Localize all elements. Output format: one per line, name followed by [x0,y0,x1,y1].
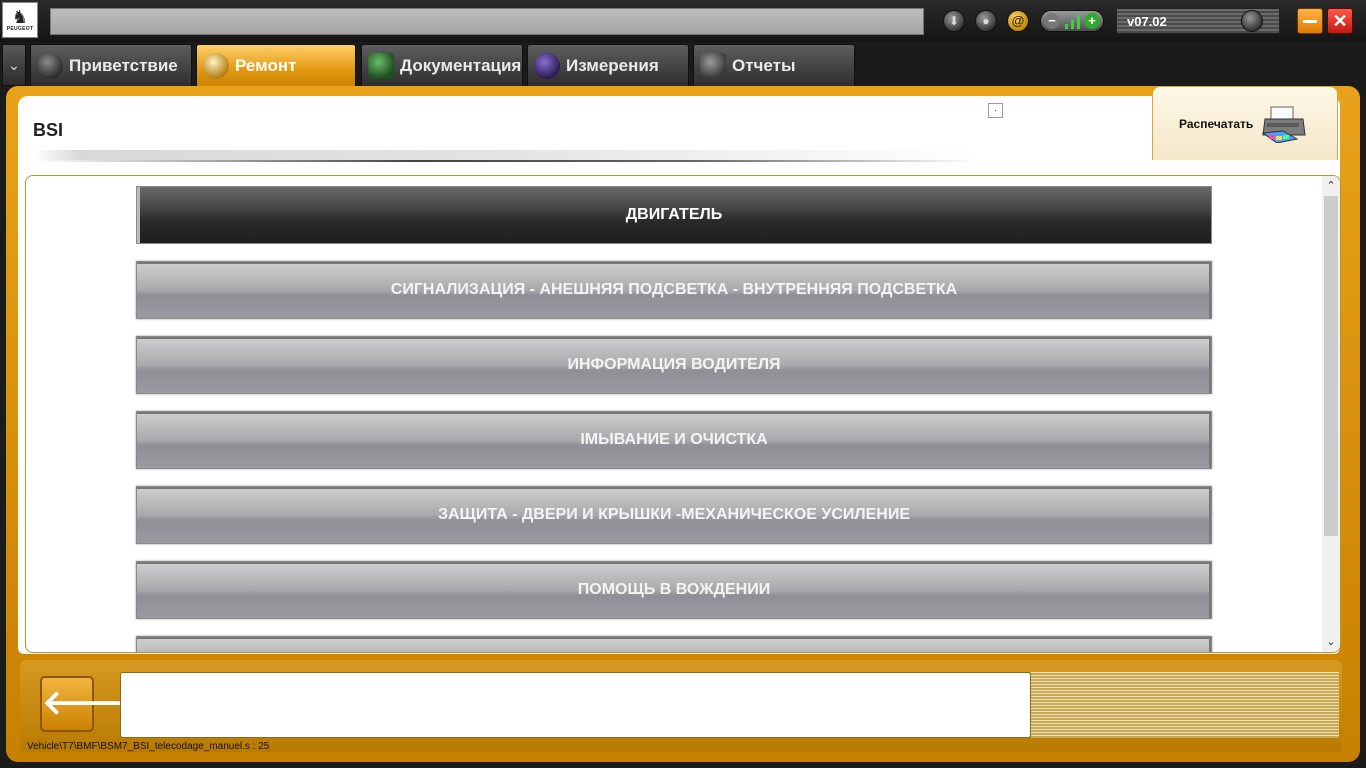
tab-repair[interactable]: Ремонт [196,44,356,86]
address-bar[interactable] [50,8,924,35]
tab-bar: ⌄ Приветствие Ремонт Документация Измере… [0,42,1366,86]
tab-label: Документация [400,56,522,75]
tab-label: Отчеты [732,56,796,75]
download-icon[interactable]: ⬇ [943,10,965,32]
category-item-driver-info[interactable]: ИНФОРМАЦИЯ ВОДИТЕЛЯ [136,336,1212,394]
breadcrumb-divider [33,150,978,160]
tab-label: Приветствие [69,56,178,75]
tab-welcome[interactable]: Приветствие [30,44,192,86]
zoom-out-icon[interactable]: − [1044,13,1060,29]
user-icon[interactable]: ● [975,10,997,32]
magnifier-icon [203,53,229,79]
category-item-partial[interactable] [136,636,1212,652]
minimize-button[interactable] [1297,8,1323,34]
chevron-down-icon[interactable]: ⌄ [2,44,26,86]
category-item-protection[interactable]: ЗАЩИТА - ДВЕРИ И КРЫШКИ -МЕХАНИЧЕСКОЕ УС… [136,486,1212,544]
category-list: ДВИГАТЕЛЬ СИГНАЛИЗАЦИЯ - АНЕШНЯЯ ПОДСВЕТ… [25,175,1341,653]
globe-icon [37,53,63,79]
tab-label: Ремонт [235,56,297,75]
tab-documentation[interactable]: Документация [361,44,523,86]
version-knob-icon[interactable] [1241,10,1263,32]
print-button-label: Распечатать [1179,117,1254,131]
status-path: Vehicle\T7\BMF\BSM7_BSI_telecodage_manue… [27,741,270,752]
email-icon[interactable]: @ [1007,10,1029,32]
close-button[interactable]: ✕ [1327,8,1353,34]
title-bar: ♞ PEUGEOT ⬇ ● @ − + v07.02 ✕ [0,0,1366,42]
scroll-up-icon[interactable]: ⌃ [1322,176,1340,196]
scrollbar[interactable]: ⌃ ⌄ [1322,176,1340,652]
document-icon [700,53,726,79]
breadcrumb-underline [33,160,978,162]
version-display: v07.02 [1116,8,1280,34]
logo-brand-text: PEUGEOT [6,26,34,32]
tab-reports[interactable]: Отчеты [693,44,855,86]
diagnostic-app-window: ♞ PEUGEOT ⬇ ● @ − + v07.02 ✕ ⌄ Приветств… [0,0,1366,768]
zoom-in-icon[interactable]: + [1084,13,1100,29]
tab-label: Измерения [566,56,659,75]
scroll-down-icon[interactable]: ⌄ [1322,632,1340,652]
breadcrumb: BSI [33,120,64,140]
book-icon [368,53,394,79]
back-button[interactable]: 🡐 [40,676,133,732]
small-checkbox[interactable]: · [988,103,1003,118]
waveform-icon [534,53,560,79]
print-button[interactable]: Распечатать [1152,86,1338,160]
tab-measurements[interactable]: Измерения [527,44,689,86]
footer-decoration [1031,672,1339,738]
printer-icon [1261,106,1306,143]
category-item-washing[interactable]: IМЫВАНИЕ И ОЧИСТКА [136,411,1212,469]
message-box [120,672,1031,738]
lion-icon: ♞ [11,7,29,27]
zoom-level-bars [1065,15,1085,29]
peugeot-logo: ♞ PEUGEOT [2,2,38,38]
zoom-control[interactable]: − + [1040,10,1104,32]
category-item-engine[interactable]: ДВИГАТЕЛЬ [136,186,1212,244]
scroll-thumb[interactable] [1324,196,1338,536]
category-item-lighting[interactable]: СИГНАЛИЗАЦИЯ - АНЕШНЯЯ ПОДСВЕТКА - ВНУТР… [136,261,1212,319]
category-item-driving-assist[interactable]: ПОМОЩЬ В ВОЖДЕНИИ [136,561,1212,619]
version-label: v07.02 [1127,14,1167,29]
